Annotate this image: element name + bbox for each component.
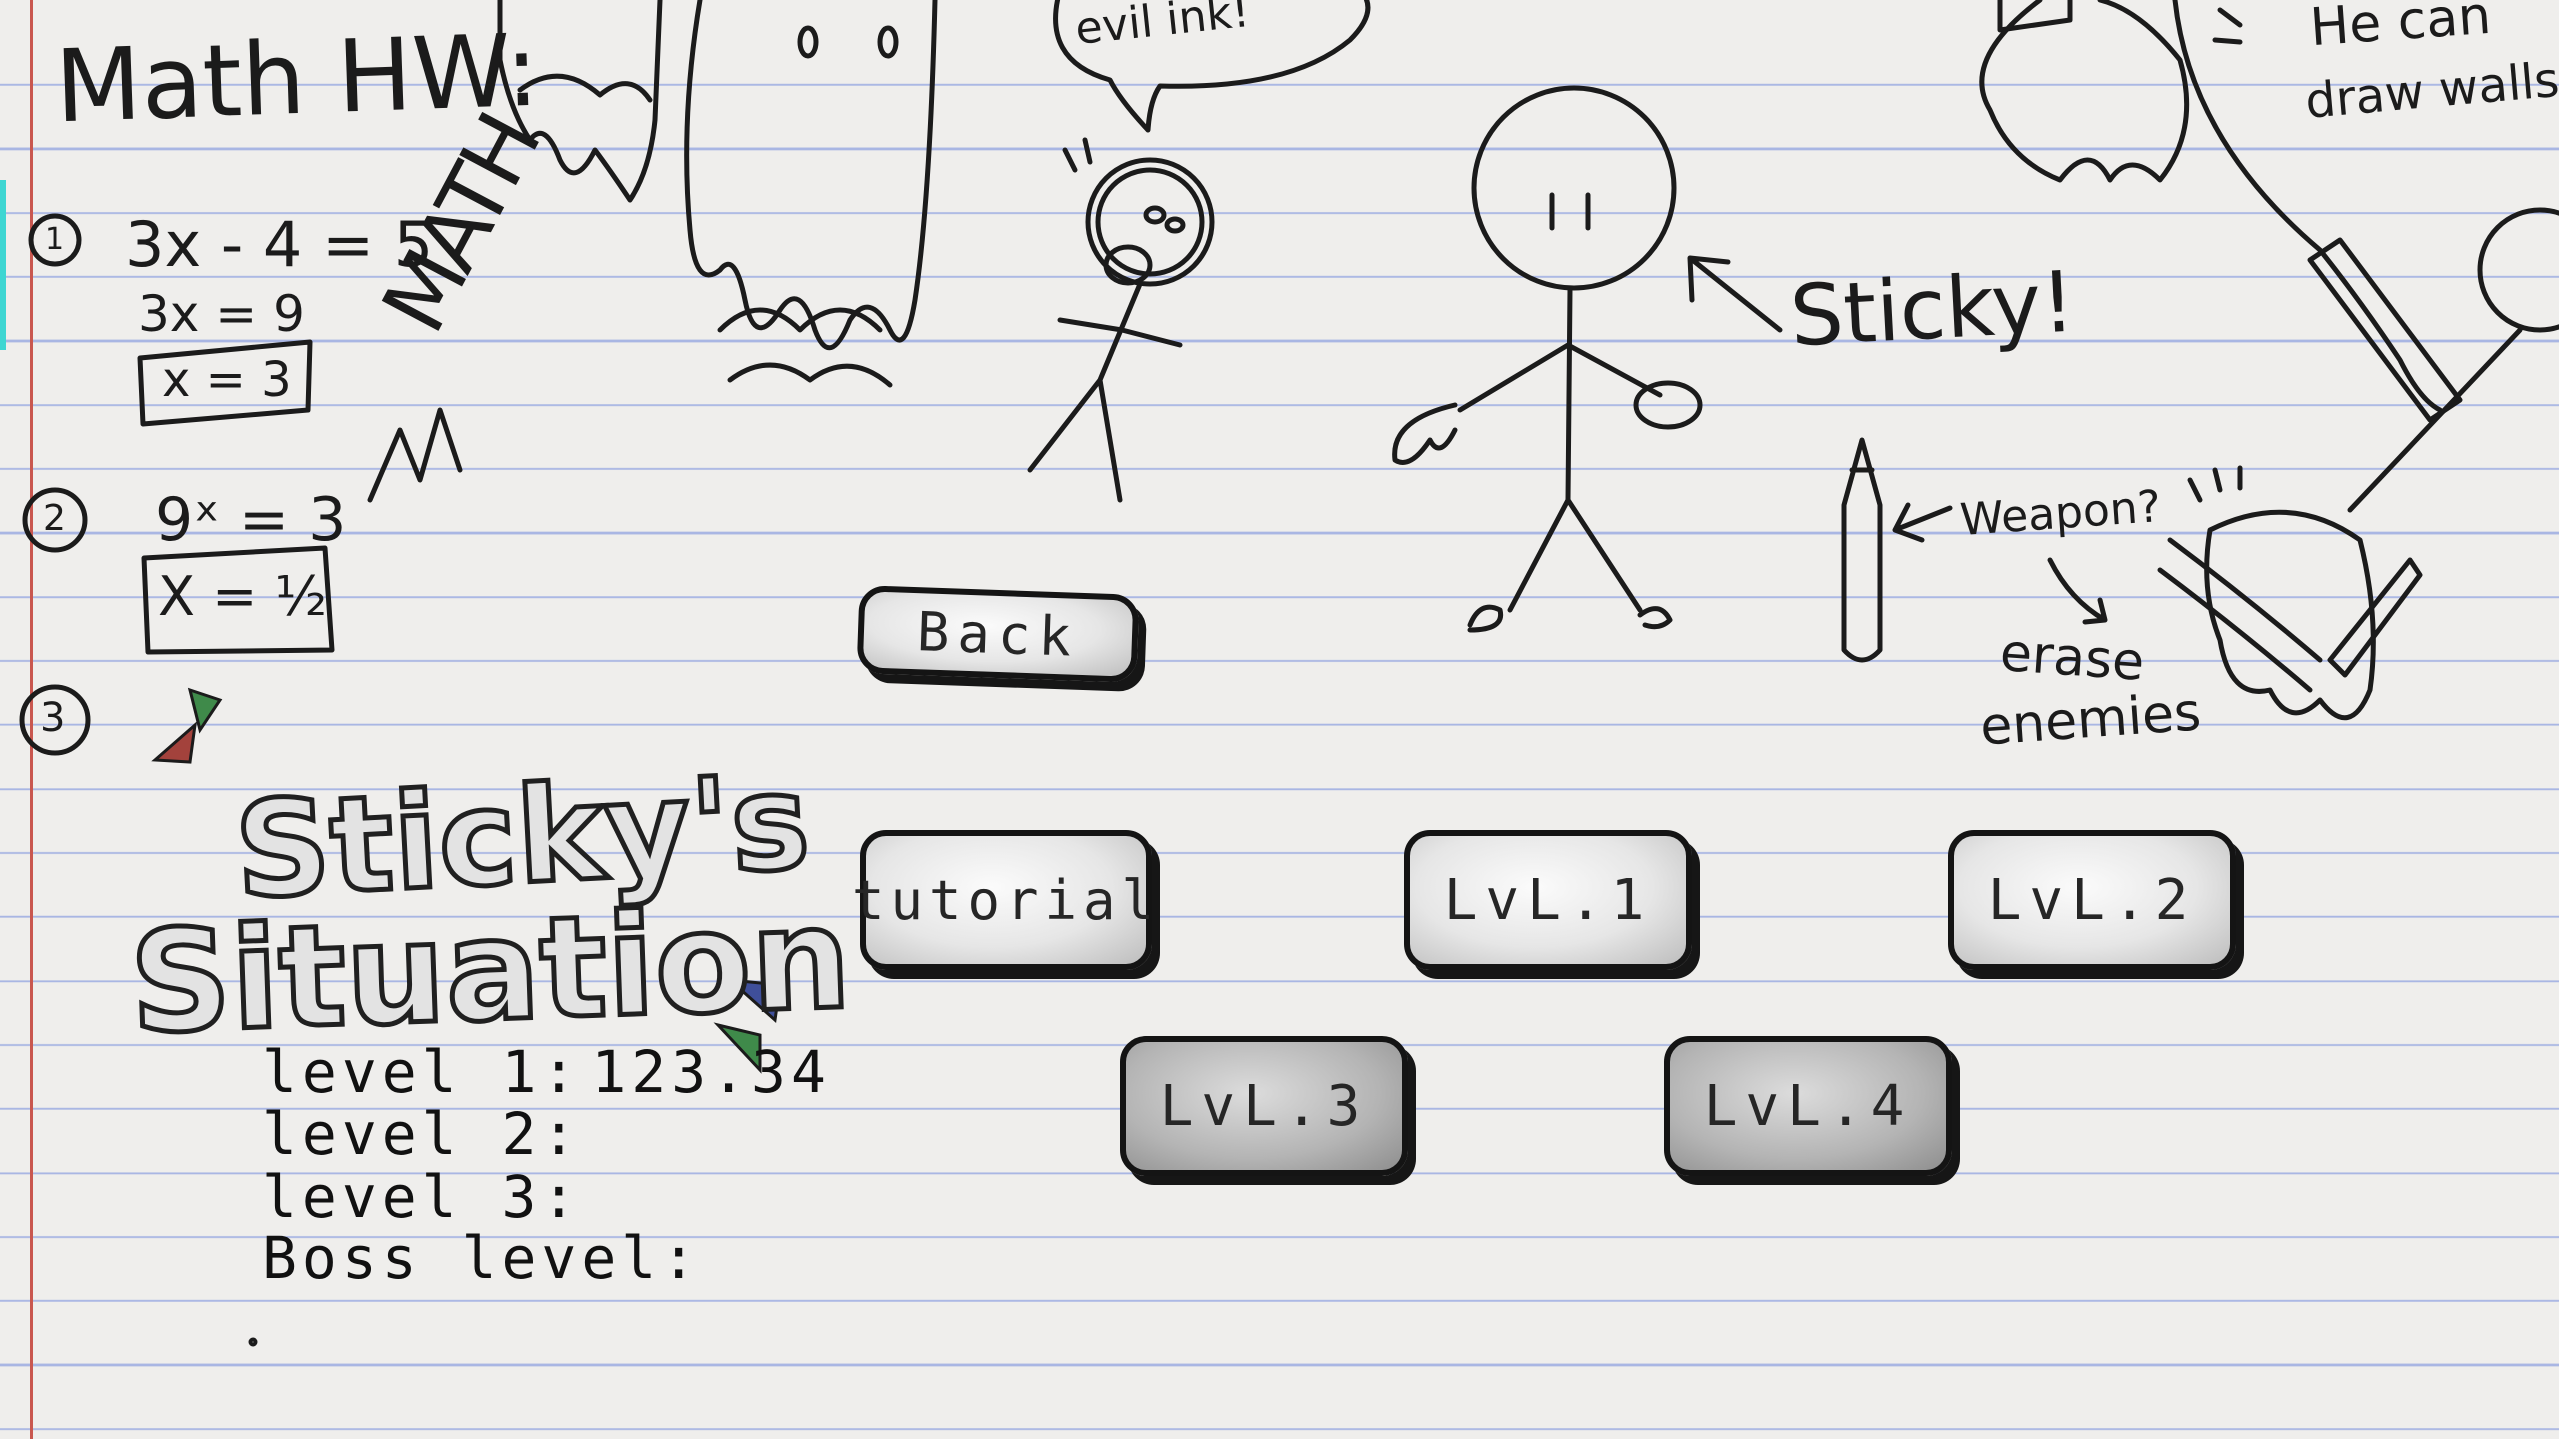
problem-2-equation: 9ˣ = 3 — [155, 485, 347, 555]
level-2-button[interactable]: LvL.2 — [1948, 830, 2236, 970]
sticky-foot-left — [1470, 607, 1501, 630]
problem-2-answer: X = ½ — [158, 565, 327, 628]
sticky-right-hand — [1636, 383, 1700, 427]
drawing-pencil-icon — [2310, 240, 2460, 420]
page-tab — [0, 180, 6, 350]
margin-line — [30, 0, 33, 1439]
notebook-page: Math HW: 1 3x - 4 = 5 3x = 9 x = 3 MATH … — [0, 0, 2559, 1439]
speech-bubble-text: evil ink! — [1072, 0, 1252, 55]
score-label: Boss level: — [262, 1224, 702, 1292]
scared-figure-eye — [1146, 208, 1164, 222]
level-4-button[interactable]: LvL.4 — [1664, 1036, 1952, 1176]
paper-scrap — [2000, 0, 2070, 30]
artist-figure-head — [2480, 210, 2559, 330]
erased-enemy-body — [2207, 512, 2374, 718]
sticky-legs — [1510, 500, 1640, 610]
top-right-blob — [1982, 0, 2187, 180]
problem-3-number: 3 — [40, 695, 66, 741]
level-3-button[interactable]: LvL.3 — [1120, 1036, 1408, 1176]
tutorial-button[interactable]: tutorial — [852, 830, 1154, 970]
math-scribble-strokes — [370, 410, 460, 500]
erase-streak-1 — [2170, 540, 2320, 660]
erase-motion — [2190, 468, 2240, 500]
weapon-arrow — [1895, 505, 1950, 540]
sticky-eyes — [1552, 195, 1588, 228]
problem-1-answer: x = 3 — [162, 352, 292, 408]
weapon-label: Weapon? — [1958, 481, 2163, 546]
walls-label-line2: draw walls! — [2303, 50, 2559, 130]
gem-green-top — [190, 690, 220, 730]
scared-figure-eye2 — [1167, 219, 1183, 231]
sticky-arms — [1460, 345, 1660, 410]
ghost-ripple-2 — [730, 365, 890, 385]
score-label: level 3: — [262, 1163, 582, 1231]
scared-figure-motion — [1065, 140, 1090, 170]
artist-motion — [2215, 10, 2240, 42]
erase-label-line2: enemies — [1978, 682, 2203, 758]
erase-label-line1: erase — [1998, 623, 2147, 693]
scared-figure-head-inner — [1098, 170, 1202, 274]
score-row-level-3: level 3: — [262, 1163, 591, 1231]
score-row-level-2: level 2: — [262, 1100, 591, 1168]
ghost-body — [687, 0, 935, 348]
sticky-left-hand — [1395, 405, 1455, 463]
sticky-head — [1474, 88, 1674, 288]
level-1-button[interactable]: LvL.1 — [1404, 830, 1692, 970]
artist-figure-arm — [2350, 330, 2520, 510]
sticky-label: Sticky! — [1787, 252, 2078, 366]
sticky-foot-right — [1640, 609, 1670, 627]
ghost-eye-right — [880, 28, 896, 56]
erase-arrow — [2050, 560, 2105, 622]
score-label: level 2: — [262, 1100, 582, 1168]
walls-label-line1: He can — [2308, 0, 2493, 59]
erase-streak-2 — [2160, 570, 2310, 690]
erasing-pencil-icon — [2330, 560, 2420, 675]
problem-1-number: 1 — [45, 222, 65, 257]
score-value: 123.34 — [591, 1038, 831, 1106]
drawing-line — [2175, 0, 2440, 410]
pencil-dot — [251, 1340, 255, 1344]
problem-1-step: 3x = 9 — [138, 285, 305, 343]
gem-red — [155, 725, 195, 762]
problem-2-number: 2 — [43, 498, 66, 539]
scared-figure-head — [1088, 160, 1212, 284]
score-row-boss-level: Boss level: — [262, 1224, 711, 1292]
pencil-icon — [1844, 440, 1880, 660]
scared-figure-mouth — [1106, 247, 1150, 283]
ghost-ripple-1 — [720, 310, 880, 330]
score-row-level-1: level 1: 123.34 — [262, 1038, 831, 1106]
scared-figure-body — [1030, 284, 1180, 500]
ghost-eye-left — [800, 28, 816, 56]
sticky-arrow — [1690, 258, 1780, 330]
back-button[interactable]: Back — [856, 585, 1140, 683]
score-label: level 1: — [262, 1038, 582, 1106]
sticky-torso — [1568, 290, 1570, 500]
